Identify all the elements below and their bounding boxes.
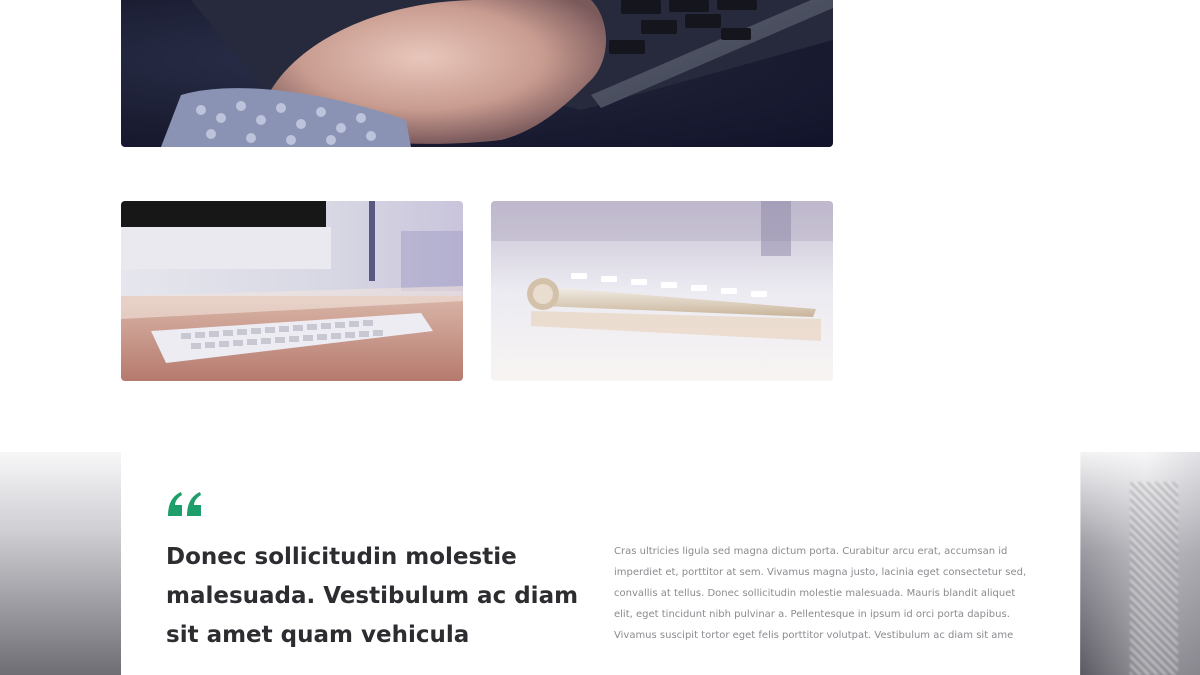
- background-photo-strip: [1081, 452, 1200, 675]
- testimonial-title: Donec sollicitudin molestie malesuada. V…: [166, 544, 579, 648]
- gallery-image-left: [121, 201, 463, 381]
- hand-typing-laptop-photo: [161, 0, 833, 147]
- gallery-image-right: [491, 201, 833, 381]
- quote-marks-icon: [168, 492, 201, 516]
- keyboard-side-view-photo: [491, 201, 833, 381]
- testimonial-card: Donec sollicitudin molestie malesuada. V…: [121, 452, 1080, 675]
- keyboard-on-desk-photo: [121, 201, 463, 381]
- testimonial-body: Cras ultricies ligula sed magna dictum p…: [614, 546, 1027, 641]
- hero-image: [121, 0, 833, 147]
